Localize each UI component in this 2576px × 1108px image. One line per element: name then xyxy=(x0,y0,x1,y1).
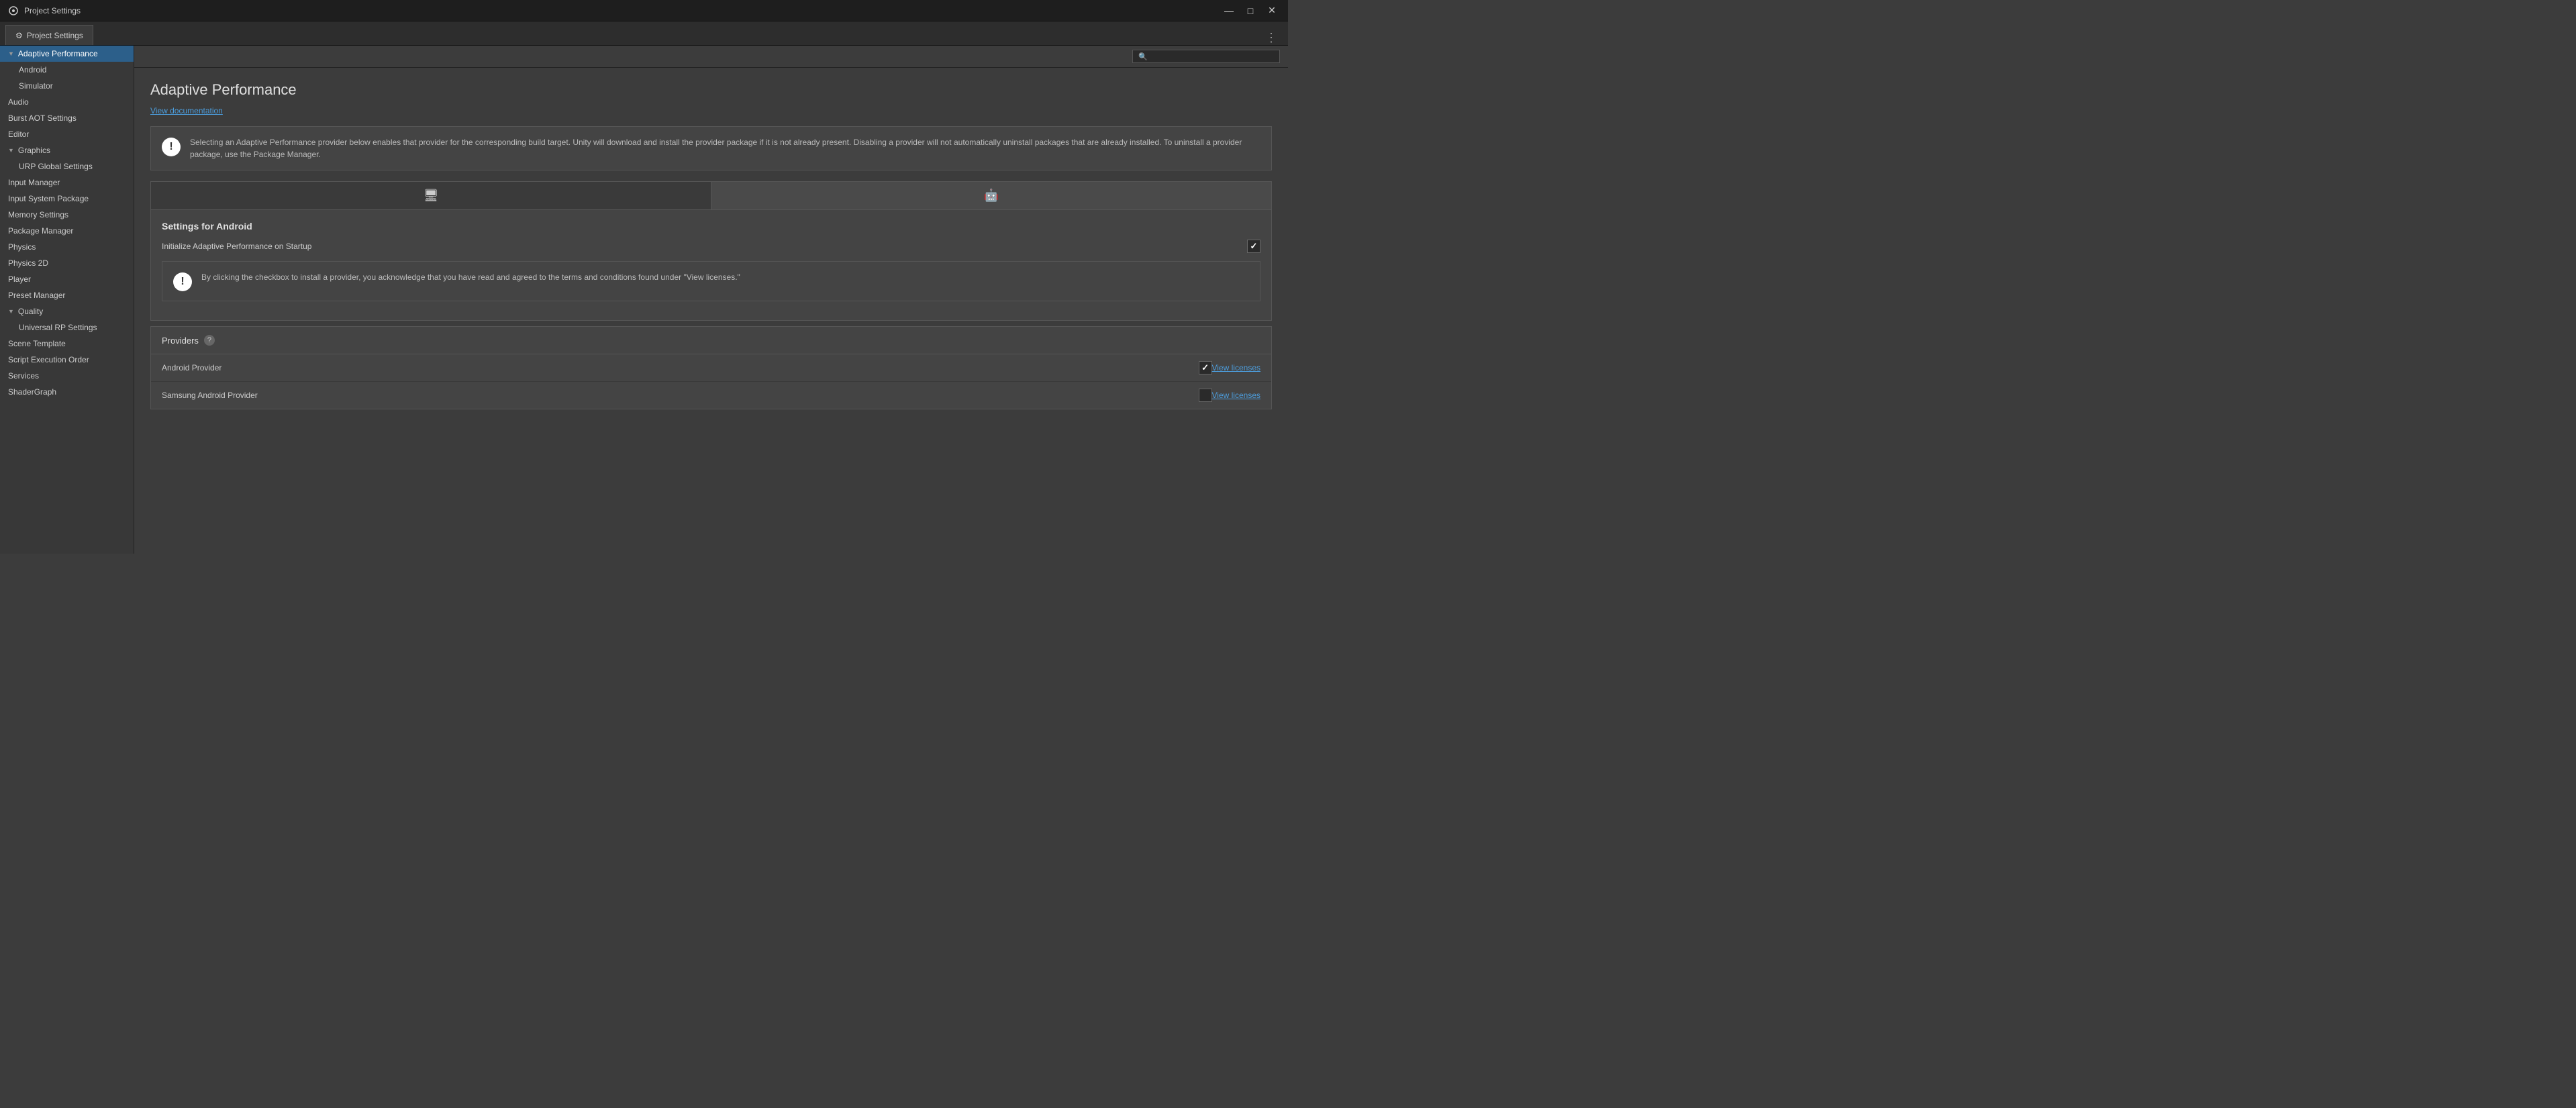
content-scroll: Adaptive Performance View documentation … xyxy=(134,68,1288,554)
init-setting-row: Initialize Adaptive Performance on Start… xyxy=(162,240,1260,253)
sidebar-item-burst-aot[interactable]: Burst AOT Settings xyxy=(0,110,134,126)
sidebar-item-simulator[interactable]: Simulator xyxy=(0,78,134,94)
desktop-icon: 🖥 xyxy=(424,189,439,203)
title-bar-title: Project Settings xyxy=(24,6,81,15)
sidebar-label-universal-rp: Universal RP Settings xyxy=(19,323,97,332)
android-settings-section: Settings for Android Initialize Adaptive… xyxy=(150,210,1272,321)
android-settings-title: Settings for Android xyxy=(162,221,1260,232)
project-settings-tab[interactable]: ⚙ Project Settings xyxy=(5,25,93,45)
android-provider-checkbox[interactable] xyxy=(1199,361,1212,374)
sidebar-item-graphics[interactable]: ▼ Graphics xyxy=(0,142,134,158)
sidebar-item-scene-template[interactable]: Scene Template xyxy=(0,336,134,352)
sidebar-label-physics: Physics xyxy=(8,242,36,252)
sidebar-item-audio[interactable]: Audio xyxy=(0,94,134,110)
sidebar-item-universal-rp[interactable]: Universal RP Settings xyxy=(0,319,134,336)
samsung-provider-checkbox[interactable] xyxy=(1199,389,1212,402)
android-view-licenses-link[interactable]: View licenses xyxy=(1212,363,1260,372)
sidebar-label-urp-global: URP Global Settings xyxy=(19,162,93,171)
search-wrapper: 🔍 xyxy=(1132,50,1280,63)
init-checkbox[interactable] xyxy=(1247,240,1260,253)
sidebar-item-urp-global[interactable]: URP Global Settings xyxy=(0,158,134,174)
title-bar-left: Project Settings xyxy=(8,5,81,16)
android-icon: 🤖 xyxy=(984,189,999,203)
maximize-button[interactable]: □ xyxy=(1242,4,1258,17)
content-header: 🔍 xyxy=(134,46,1288,68)
info-icon: ! xyxy=(162,138,181,156)
sidebar-item-android[interactable]: Android xyxy=(0,62,134,78)
provider-row-samsung: Samsung Android Provider View licenses xyxy=(151,382,1271,409)
search-icon: 🔍 xyxy=(1138,52,1148,61)
providers-title: Providers xyxy=(162,336,199,346)
tab-more-button[interactable]: ⋮ xyxy=(1260,31,1283,45)
sidebar-item-editor[interactable]: Editor xyxy=(0,126,134,142)
minimize-button[interactable]: — xyxy=(1221,4,1237,17)
info-box: ! Selecting an Adaptive Performance prov… xyxy=(150,126,1272,170)
providers-header: Providers ? xyxy=(151,327,1271,354)
init-setting-label: Initialize Adaptive Performance on Start… xyxy=(162,242,1247,251)
sidebar-label-memory-settings: Memory Settings xyxy=(8,210,68,219)
providers-section: Providers ? Android Provider View licens… xyxy=(150,326,1272,409)
platform-tabs: 🖥 🤖 xyxy=(150,181,1272,210)
warning-box: ! By clicking the checkbox to install a … xyxy=(162,261,1260,301)
sidebar-label-player: Player xyxy=(8,274,31,284)
sidebar-item-services[interactable]: Services xyxy=(0,368,134,384)
android-provider-name: Android Provider xyxy=(162,363,1183,372)
tab-bar: ⚙ Project Settings ⋮ xyxy=(0,21,1288,46)
sidebar-label-quality: Quality xyxy=(18,307,43,316)
platform-tab-desktop[interactable]: 🖥 xyxy=(151,182,711,209)
app-icon xyxy=(8,5,19,16)
sidebar-item-package-manager[interactable]: Package Manager xyxy=(0,223,134,239)
sidebar-label-input-manager: Input Manager xyxy=(8,178,60,187)
sidebar-item-input-system[interactable]: Input System Package xyxy=(0,191,134,207)
warning-text: By clicking the checkbox to install a pr… xyxy=(201,271,740,283)
sidebar-label-editor: Editor xyxy=(8,130,29,139)
sidebar-label-graphics: Graphics xyxy=(18,146,50,155)
title-bar: Project Settings — □ ✕ xyxy=(0,0,1288,21)
title-bar-controls: — □ ✕ xyxy=(1221,4,1280,17)
sidebar-item-input-manager[interactable]: Input Manager xyxy=(0,174,134,191)
sidebar-item-script-execution[interactable]: Script Execution Order xyxy=(0,352,134,368)
sidebar-label-audio: Audio xyxy=(8,97,29,107)
close-button[interactable]: ✕ xyxy=(1264,4,1280,17)
main-layout: ▼ Adaptive Performance Android Simulator Aud… xyxy=(0,46,1288,554)
sidebar-label-shadergraph: ShaderGraph xyxy=(8,387,56,397)
sidebar-item-quality[interactable]: ▼ Quality xyxy=(0,303,134,319)
sidebar-label-input-system: Input System Package xyxy=(8,194,89,203)
provider-row-android: Android Provider View licenses xyxy=(151,354,1271,382)
sidebar-label-physics-2d: Physics 2D xyxy=(8,258,48,268)
samsung-view-licenses-link[interactable]: View licenses xyxy=(1212,391,1260,400)
sidebar-label-script-execution: Script Execution Order xyxy=(8,355,89,364)
sidebar-label-services: Services xyxy=(8,371,39,381)
info-text: Selecting an Adaptive Performance provid… xyxy=(190,136,1260,160)
providers-help-icon[interactable]: ? xyxy=(204,335,215,346)
sidebar-label-package-manager: Package Manager xyxy=(8,226,73,236)
expand-icon-quality: ▼ xyxy=(8,308,14,315)
sidebar-label-preset-manager: Preset Manager xyxy=(8,291,65,300)
tab-label: Project Settings xyxy=(27,31,83,40)
sidebar-item-memory-settings[interactable]: Memory Settings xyxy=(0,207,134,223)
expand-icon-graphics: ▼ xyxy=(8,147,14,154)
sidebar-item-adaptive-performance[interactable]: ▼ Adaptive Performance xyxy=(0,46,134,62)
sidebar-item-physics-2d[interactable]: Physics 2D xyxy=(0,255,134,271)
samsung-provider-name: Samsung Android Provider xyxy=(162,391,1183,400)
view-documentation-link[interactable]: View documentation xyxy=(150,106,223,115)
page-title: Adaptive Performance xyxy=(150,81,1272,99)
sidebar-label-simulator: Simulator xyxy=(19,81,53,91)
sidebar-label-adaptive-performance: Adaptive Performance xyxy=(18,49,98,58)
expand-icon-adaptive-performance: ▼ xyxy=(8,50,14,57)
sidebar-label-scene-template: Scene Template xyxy=(8,339,66,348)
sidebar-item-player[interactable]: Player xyxy=(0,271,134,287)
sidebar-item-preset-manager[interactable]: Preset Manager xyxy=(0,287,134,303)
sidebar: ▼ Adaptive Performance Android Simulator Aud… xyxy=(0,46,134,554)
sidebar-item-shadergraph[interactable]: ShaderGraph xyxy=(0,384,134,400)
content-area: 🔍 Adaptive Performance View documentatio… xyxy=(134,46,1288,554)
tab-icon: ⚙ xyxy=(15,31,23,40)
sidebar-label-burst-aot: Burst AOT Settings xyxy=(8,113,77,123)
warning-icon: ! xyxy=(173,272,192,291)
sidebar-label-android: Android xyxy=(19,65,46,74)
sidebar-item-physics[interactable]: Physics xyxy=(0,239,134,255)
platform-tab-android[interactable]: 🤖 xyxy=(711,182,1271,209)
search-input[interactable] xyxy=(1150,52,1274,61)
